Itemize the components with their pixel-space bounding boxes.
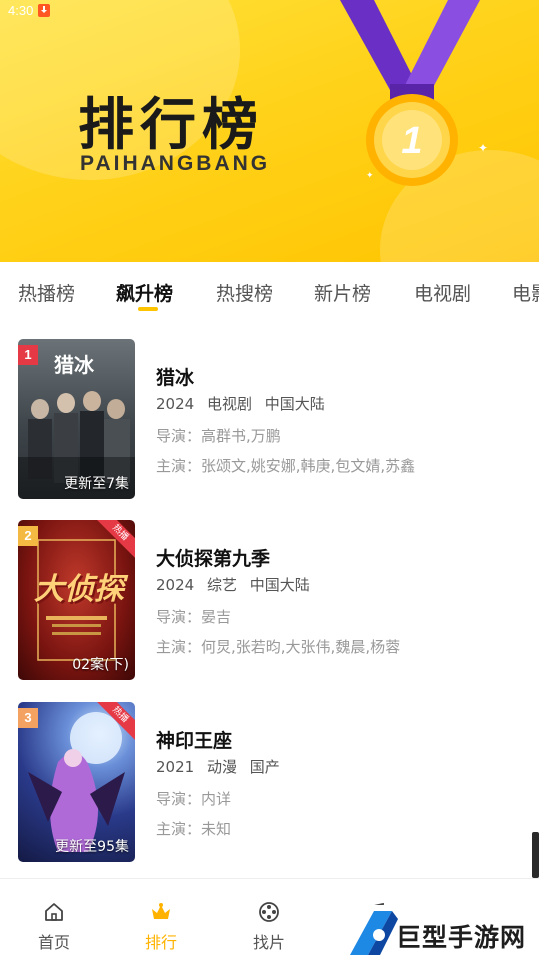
banner-subtitle: PAIHANGBANG bbox=[80, 152, 271, 175]
nav-ranking-label: 排行 bbox=[144, 933, 177, 952]
item-type: 动漫 bbox=[206, 758, 237, 776]
poster-image[interactable]: 猎冰 1 更新至7集 bbox=[18, 339, 135, 499]
tab-tv-series[interactable]: 电视剧 bbox=[414, 279, 471, 306]
director-value: 高群书,万鹏 bbox=[201, 427, 281, 445]
item-director: 导演：内详 bbox=[156, 788, 231, 809]
item-type: 综艺 bbox=[206, 576, 237, 594]
nav-find-film-label: 找片 bbox=[252, 933, 285, 952]
banner-title: 排行榜 bbox=[78, 93, 264, 158]
item-title[interactable]: 大侦探第九季 bbox=[156, 544, 270, 571]
poster-title: 猎冰 bbox=[54, 353, 94, 377]
medal-number: 1 bbox=[401, 120, 422, 162]
director-value: 晏吉 bbox=[201, 608, 232, 626]
svg-text:✦: ✦ bbox=[478, 141, 488, 155]
item-cast: 主演：未知 bbox=[156, 818, 231, 839]
tab-new-release[interactable]: 新片榜 bbox=[314, 279, 371, 306]
download-notification-icon bbox=[38, 4, 50, 17]
ranking-banner: 4:30 排行榜 PAIHANGBANG 1 ✦ ✦ bbox=[0, 0, 539, 262]
episode-caption: 更新至7集 bbox=[64, 476, 129, 492]
rank-badge: 2 bbox=[18, 526, 38, 546]
ranking-item[interactable]: 猎冰 1 更新至7集 猎冰 2024 电视剧 中国大陆 导演：高群书,万鹏 主演… bbox=[0, 339, 539, 501]
director-value: 内详 bbox=[201, 790, 232, 808]
film-reel-icon bbox=[259, 902, 279, 922]
cast-label: 主演： bbox=[156, 457, 202, 475]
watermark-text: 巨型手游网 bbox=[396, 923, 527, 952]
ranking-item[interactable]: 大侦探 热播 2 02案(下) 大侦探第九季 2024 综艺 中国大陆 导演：晏… bbox=[0, 520, 539, 682]
poster-image[interactable]: 大侦探 热播 2 02案(下) bbox=[18, 520, 135, 680]
tab-hot-play[interactable]: 热播榜 bbox=[18, 279, 75, 306]
item-director: 导演：高群书,万鹏 bbox=[156, 425, 281, 446]
ranking-item[interactable]: 热播 3 更新至95集 神印王座 2021 动漫 国产 导演：内详 主演：未知 bbox=[0, 702, 539, 864]
ranking-tabs: 热播榜 飙升榜 热搜榜 新片榜 电视剧 电影 bbox=[0, 262, 539, 318]
svg-text:✦: ✦ bbox=[366, 171, 374, 181]
nav-home[interactable]: 首页 bbox=[14, 879, 94, 958]
tab-movie[interactable]: 电影 bbox=[512, 279, 539, 306]
item-type: 电视剧 bbox=[206, 395, 252, 413]
rank-badge: 1 bbox=[18, 345, 38, 365]
item-meta: 2024 综艺 中国大陆 bbox=[156, 574, 318, 595]
item-meta: 2021 动漫 国产 bbox=[156, 756, 288, 777]
nav-ranking[interactable]: 排行 bbox=[121, 879, 201, 958]
item-region: 中国大陆 bbox=[264, 395, 325, 413]
cast-value: 张颂文,姚安娜,韩庚,包文婧,苏鑫 bbox=[201, 457, 416, 475]
crown-icon bbox=[152, 903, 170, 919]
cast-label: 主演： bbox=[156, 820, 202, 838]
item-cast: 主演：何炅,张若昀,大张伟,魏晨,杨蓉 bbox=[156, 636, 400, 657]
item-title[interactable]: 猎冰 bbox=[156, 363, 194, 390]
item-region: 中国大陆 bbox=[249, 576, 310, 594]
item-meta: 2024 电视剧 中国大陆 bbox=[156, 393, 333, 414]
active-tab-indicator bbox=[138, 307, 158, 311]
rank-badge: 3 bbox=[18, 708, 38, 728]
home-icon bbox=[45, 903, 63, 921]
poster-image[interactable]: 热播 3 更新至95集 bbox=[18, 702, 135, 862]
cast-value: 未知 bbox=[201, 820, 232, 838]
cast-label: 主演： bbox=[156, 638, 202, 656]
item-director: 导演：晏吉 bbox=[156, 606, 231, 627]
status-time: 4:30 bbox=[8, 3, 34, 18]
director-label: 导演： bbox=[156, 790, 202, 808]
item-year: 2024 bbox=[156, 395, 195, 413]
item-year: 2021 bbox=[156, 758, 195, 776]
director-label: 导演： bbox=[156, 427, 202, 445]
item-year: 2024 bbox=[156, 576, 195, 594]
tab-rising[interactable]: 飙升榜 bbox=[116, 279, 173, 306]
item-cast: 主演：张颂文,姚安娜,韩庚,包文婧,苏鑫 bbox=[156, 455, 415, 476]
nav-home-label: 首页 bbox=[37, 933, 70, 952]
item-region: 国产 bbox=[249, 758, 280, 776]
gold-medal-icon: 1 ✦ ✦ bbox=[340, 0, 488, 186]
director-label: 导演： bbox=[156, 608, 202, 626]
nav-find-film[interactable]: 找片 bbox=[229, 879, 309, 958]
cast-value: 何炅,张若昀,大张伟,魏晨,杨蓉 bbox=[201, 638, 401, 656]
episode-caption: 02案(下) bbox=[72, 657, 129, 673]
item-title[interactable]: 神印王座 bbox=[156, 726, 232, 753]
tab-hot-search[interactable]: 热搜榜 bbox=[216, 279, 273, 306]
poster-title: 大侦探 bbox=[34, 572, 124, 607]
scrollbar[interactable] bbox=[532, 832, 539, 878]
episode-caption: 更新至95集 bbox=[55, 839, 129, 855]
